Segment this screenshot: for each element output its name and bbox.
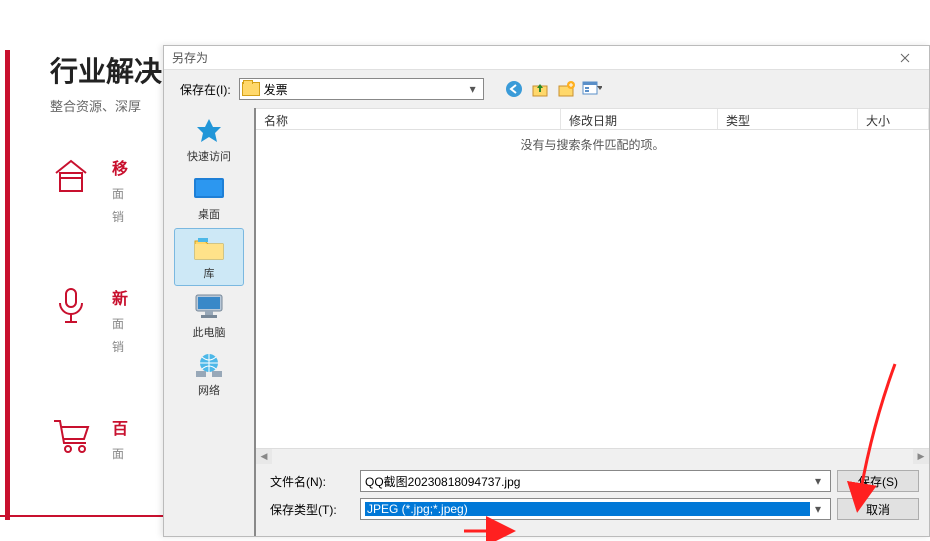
folder-icon [242,82,260,96]
places-sidebar: 快速访问 桌面 库 此电脑 [164,108,254,536]
bottom-form: 文件名(N): QQ截图20230818094737.jpg ▾ 保存(S) 保… [256,464,929,536]
save-in-row: 保存在(I): 发票 ▾ [164,70,929,108]
titlebar[interactable]: 另存为 [164,46,929,70]
bg-item-title: 新 [112,285,128,309]
horizontal-scrollbar[interactable]: ◀ ▶ [256,448,929,464]
bg-item-line: 销 [112,338,128,355]
sidebar-this-pc[interactable]: 此电脑 [174,288,244,344]
chevron-down-icon: ▾ [465,82,481,96]
libraries-icon [191,233,227,263]
col-date-header[interactable]: 修改日期 [561,109,718,129]
empty-message: 没有与搜索条件匹配的项。 [256,136,929,153]
network-icon [191,350,227,380]
cart-icon [50,415,92,457]
bg-bottom-stripe [0,515,165,517]
sidebar-item-label: 快速访问 [187,148,231,164]
sidebar-item-label: 此电脑 [193,324,226,340]
bg-item-title: 移 [112,155,128,179]
filetype-label: 保存类型(T): [266,501,354,518]
body-area: 快速访问 桌面 库 此电脑 [164,108,929,536]
bg-red-stripe [5,50,10,520]
bg-item-line: 面 [112,445,128,462]
view-menu-icon[interactable] [582,79,602,99]
save-in-value: 发票 [264,81,465,98]
sidebar-desktop[interactable]: 桌面 [174,170,244,226]
filetype-row: 保存类型(T): JPEG (*.jpg;*.jpeg) ▾ 取消 [266,498,919,520]
building-icon [50,155,92,197]
chevron-down-icon: ▾ [810,474,826,488]
bg-item-3: 百 面 [50,415,165,462]
chevron-down-icon: ▾ [810,502,826,516]
bg-item-title: 百 [112,415,128,439]
dialog-title: 另存为 [172,49,208,66]
col-type-header[interactable]: 类型 [718,109,858,129]
bg-title: 行业解决 [50,50,165,90]
up-folder-icon[interactable] [530,79,550,99]
background-page: 行业解决 整合资源、深厚 移 面 销 新 面 销 百 面 [0,0,165,537]
back-icon[interactable] [504,79,524,99]
bg-subtitle: 整合资源、深厚 [50,96,165,115]
column-headers: 名称 修改日期 类型 大小 [256,108,929,130]
scroll-left-icon[interactable]: ◀ [256,449,272,465]
scroll-right-icon[interactable]: ▶ [913,449,929,465]
nav-icons [504,79,602,99]
sidebar-item-label: 库 [204,265,215,281]
save-in-label: 保存在(I): [180,81,231,98]
close-button[interactable] [885,48,925,68]
sidebar-item-label: 网络 [198,382,220,398]
bg-item-1: 移 面 销 [50,155,165,225]
bg-item-line: 面 [112,315,128,332]
save-button[interactable]: 保存(S) [837,470,919,492]
col-size-header[interactable]: 大小 [858,109,929,129]
sidebar-item-label: 桌面 [198,206,220,222]
save-as-dialog: 另存为 保存在(I): 发票 ▾ [163,45,930,537]
this-pc-icon [191,292,227,322]
bg-item-2: 新 面 销 [50,285,165,355]
new-folder-icon[interactable] [556,79,576,99]
microphone-icon [50,285,92,327]
quick-access-icon [191,116,227,146]
filetype-value: JPEG (*.jpg;*.jpeg) [365,502,810,516]
desktop-icon [191,174,227,204]
bg-item-line: 面 [112,185,128,202]
main-pane: 名称 修改日期 类型 大小 没有与搜索条件匹配的项。 ◀ ▶ 文件名(N): Q… [254,108,929,536]
sidebar-network[interactable]: 网络 [174,346,244,402]
filetype-dropdown[interactable]: JPEG (*.jpg;*.jpeg) ▾ [360,498,831,520]
filename-label: 文件名(N): [266,473,354,490]
filename-value: QQ截图20230818094737.jpg [365,473,810,490]
filename-input[interactable]: QQ截图20230818094737.jpg ▾ [360,470,831,492]
sidebar-quick-access[interactable]: 快速访问 [174,112,244,168]
col-name-header[interactable]: 名称 [256,109,561,129]
sidebar-libraries[interactable]: 库 [174,228,244,286]
save-in-combo[interactable]: 发票 ▾ [239,78,484,100]
filename-row: 文件名(N): QQ截图20230818094737.jpg ▾ 保存(S) [266,470,919,492]
file-list[interactable]: 没有与搜索条件匹配的项。 [256,130,929,448]
cancel-button[interactable]: 取消 [837,498,919,520]
bg-item-line: 销 [112,208,128,225]
